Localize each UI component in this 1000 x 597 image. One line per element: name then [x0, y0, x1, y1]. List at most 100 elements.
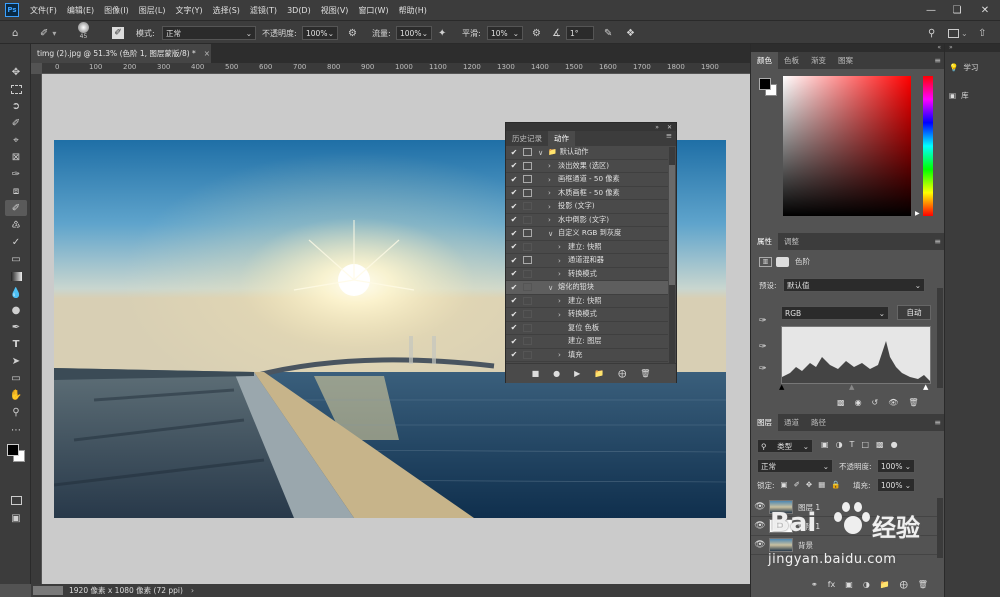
tab-history[interactable]: 历史记录: [506, 131, 548, 146]
check-icon[interactable]: ✔: [509, 323, 519, 332]
gradient-tool-icon[interactable]: [5, 268, 27, 284]
play-icon[interactable]: ▶: [574, 369, 580, 378]
filter-toggle-icon[interactable]: ●: [891, 440, 898, 449]
dialog-toggle-icon[interactable]: [523, 337, 532, 346]
clip-to-layer-icon[interactable]: ▩: [837, 398, 845, 407]
healing-brush-tool-icon[interactable]: ⧈: [5, 183, 27, 199]
action-row[interactable]: ✔ › 通道混和器: [506, 254, 668, 268]
lock-all-icon[interactable]: 🔒: [831, 480, 840, 491]
new-set-icon[interactable]: 📁: [594, 369, 604, 378]
visibility-icon[interactable]: 👁: [888, 398, 898, 407]
actions-panel-titlebar[interactable]: » ✕: [506, 123, 676, 131]
black-input-slider[interactable]: ▲: [779, 383, 784, 391]
action-row[interactable]: ✔ › 转换模式: [506, 268, 668, 281]
menu-view[interactable]: 视图(V): [316, 5, 354, 16]
dialog-toggle-icon[interactable]: [523, 229, 532, 238]
eraser-tool-icon[interactable]: ▭: [5, 251, 27, 267]
eyedropper-tool-icon[interactable]: ✑: [5, 166, 27, 182]
pressure-size-icon[interactable]: ✎: [604, 25, 612, 41]
layer-visibility-icon[interactable]: 👁: [751, 540, 769, 550]
close-panel-icon[interactable]: ✕: [667, 124, 672, 131]
filter-pixel-icon[interactable]: ▣: [821, 440, 829, 449]
collapse-arrow-icon[interactable]: ›: [558, 269, 568, 278]
expand-arrow-icon[interactable]: ∨: [538, 148, 548, 157]
minimize-button[interactable]: —: [918, 0, 944, 20]
check-icon[interactable]: ✔: [509, 202, 519, 211]
action-row[interactable]: ✔ › 转换模式: [506, 308, 668, 322]
dialog-toggle-icon[interactable]: [523, 161, 532, 170]
clone-stamp-tool-icon[interactable]: ♳: [5, 217, 27, 233]
filter-type-icon[interactable]: T: [850, 440, 855, 449]
smooth-input[interactable]: 10% ⌄: [487, 26, 523, 40]
dialog-toggle-icon[interactable]: [523, 215, 532, 224]
tab-actions[interactable]: 动作: [548, 131, 575, 146]
quick-mask-icon[interactable]: [5, 492, 27, 508]
menu-edit[interactable]: 编辑(E): [62, 5, 99, 16]
menu-3d[interactable]: 3D(D): [282, 6, 316, 15]
dialog-toggle-icon[interactable]: [523, 188, 532, 197]
check-icon[interactable]: ✔: [509, 269, 519, 278]
brush-preset-picker[interactable]: ✐ ▾: [40, 25, 56, 41]
expand-arrow-icon[interactable]: ∨: [548, 283, 558, 292]
preset-select[interactable]: 默认值 ⌄: [783, 278, 925, 292]
tab-color[interactable]: 颜色: [751, 52, 778, 69]
tab-gradients[interactable]: 渐变: [805, 52, 832, 69]
check-icon[interactable]: ✔: [509, 229, 519, 238]
collapse-arrow-icon[interactable]: ›: [558, 242, 568, 251]
dialog-toggle-icon[interactable]: [523, 296, 532, 305]
actions-scrollbar[interactable]: [669, 147, 675, 363]
record-icon[interactable]: ●: [553, 369, 560, 378]
lock-transparent-icon[interactable]: ▣: [781, 480, 788, 491]
collapse-arrow-icon[interactable]: ›: [548, 215, 558, 224]
layer-opacity-input[interactable]: 100% ⌄: [877, 459, 915, 473]
menu-select[interactable]: 选择(S): [208, 5, 245, 16]
dialog-toggle-icon[interactable]: [523, 256, 532, 265]
restore-button[interactable]: ❏: [944, 0, 970, 20]
check-icon[interactable]: ✔: [509, 175, 519, 184]
share-icon[interactable]: ⇧: [978, 25, 986, 41]
reset-icon[interactable]: ↺: [872, 398, 879, 407]
dialog-toggle-icon[interactable]: [523, 269, 532, 278]
collapse-arrow-icon[interactable]: ›: [548, 161, 558, 170]
new-action-icon[interactable]: ⨁: [618, 369, 626, 378]
more-tools-icon[interactable]: ⋯: [5, 422, 27, 438]
collapse-arrow-icon[interactable]: ›: [558, 310, 568, 319]
status-arrow-icon[interactable]: ›: [191, 586, 194, 595]
crop-tool-icon[interactable]: ⌖: [5, 132, 27, 148]
action-row[interactable]: ✔ › 建立: 快照: [506, 295, 668, 308]
fill-input[interactable]: 100% ⌄: [877, 478, 915, 492]
expand-arrow-icon[interactable]: ∨: [548, 229, 558, 238]
color-field[interactable]: [783, 76, 911, 216]
shape-tool-icon[interactable]: ▭: [5, 370, 27, 386]
menu-help[interactable]: 帮助(H): [394, 5, 432, 16]
flow-input[interactable]: 100% ⌄: [396, 26, 432, 40]
check-icon[interactable]: ✔: [509, 283, 519, 292]
dialog-toggle-icon[interactable]: [523, 310, 532, 319]
check-icon[interactable]: ✔: [509, 215, 519, 224]
check-icon[interactable]: ✔: [509, 337, 519, 346]
frame-tool-icon[interactable]: ⊠: [5, 149, 27, 165]
search-icon[interactable]: ⚲: [928, 25, 935, 41]
delete-adjustment-icon[interactable]: 🗑: [908, 398, 918, 407]
check-icon[interactable]: ✔: [509, 256, 519, 265]
lasso-tool-icon[interactable]: ➲: [5, 98, 27, 114]
set-white-point-icon[interactable]: ✑: [759, 364, 767, 374]
type-tool-icon[interactable]: T: [5, 336, 27, 352]
learn-panel-button[interactable]: 💡 学习: [949, 58, 997, 76]
pressure-opacity-icon[interactable]: ⚙: [348, 25, 357, 41]
tab-layers[interactable]: 图层: [751, 414, 778, 431]
lock-artboard-icon[interactable]: ▦: [818, 480, 825, 491]
mode-select[interactable]: 正常 ⌄: [162, 26, 256, 40]
workspace-icon[interactable]: ⌄: [948, 25, 968, 41]
hue-slider[interactable]: [923, 76, 933, 216]
tab-adjustments[interactable]: 调整: [778, 233, 805, 250]
collapse-arrow-icon[interactable]: ›: [558, 256, 568, 265]
set-gray-point-icon[interactable]: ✑: [759, 342, 767, 352]
dialog-toggle-icon[interactable]: [523, 242, 532, 251]
libraries-panel-button[interactable]: ▣ 库: [949, 86, 997, 104]
pen-tool-icon[interactable]: ✒: [5, 319, 27, 335]
color-swatches[interactable]: [5, 442, 27, 470]
move-tool-icon[interactable]: ✥: [5, 64, 27, 80]
check-icon[interactable]: ✔: [509, 148, 519, 157]
dialog-toggle-icon[interactable]: [523, 148, 532, 157]
